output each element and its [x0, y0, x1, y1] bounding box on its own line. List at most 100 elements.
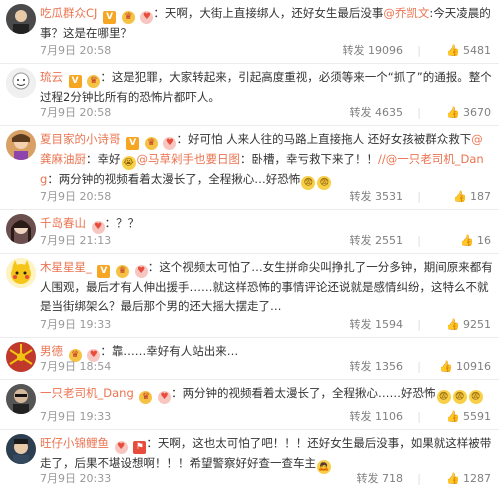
- repost-button[interactable]: 转发 3531: [350, 189, 404, 205]
- comment-feed: 吃瓜群众CJ V ♛ ♥ ：天啊，大街上直接绑人，还好女生最后没事@乔凯文:今天凌…: [0, 0, 499, 491]
- crown-badge-icon: ♛: [121, 11, 135, 24]
- comment-text: 两分钟的视频看着太漫长了，全程揪心……好恐怖: [182, 386, 436, 400]
- repost-button[interactable]: 转发 2551: [350, 233, 404, 249]
- repost-button[interactable]: 转发 1106: [350, 409, 404, 425]
- avatar[interactable]: [6, 258, 36, 288]
- avatar[interactable]: [6, 434, 36, 464]
- like-button[interactable]: 👍 3670: [446, 105, 491, 121]
- crown-badge-icon: ♛: [87, 75, 101, 88]
- like-count: 10916: [456, 360, 491, 373]
- comment-meta: 7月9日 18:54 转发 1356 | 👍 10916: [40, 359, 491, 375]
- scared-emoji-icon: 😨: [468, 390, 483, 404]
- like-button[interactable]: 👍 9251: [446, 317, 491, 333]
- crown-badge-icon: ♛: [116, 265, 130, 278]
- like-count: 3670: [463, 106, 491, 119]
- comment-meta: 7月9日 19:33 转发 1106 | 👍 5591: [40, 409, 491, 425]
- thumbs-up-icon: 👍: [446, 44, 460, 57]
- comment-body: 木星星星_ V ♛ ♥ ：这个视频太可怕了…女生拼命尖叫挣扎了一分多钟，期间原来都…: [40, 260, 493, 313]
- fan-badge-icon: ♥: [163, 137, 177, 150]
- verified-badge-icon: V: [126, 137, 140, 150]
- timestamp: 7月9日 20:58: [40, 106, 112, 119]
- username-link[interactable]: 夏目家的小诗哥: [40, 132, 121, 146]
- scared-emoji-icon: 😨: [301, 176, 316, 190]
- divider: |: [417, 472, 421, 485]
- comment-body: 旺仔小锦鲤鱼 ♥ ⚑ ：天啊，这也太可怕了吧！！！还好女生最后没事，如果就这样被带…: [40, 436, 492, 474]
- avatar[interactable]: [6, 214, 36, 244]
- crown-badge-icon: ♛: [144, 137, 158, 150]
- like-count: 16: [477, 234, 491, 247]
- comment-text: ？？: [116, 216, 140, 230]
- comment-body: 吃瓜群众CJ V ♛ ♥ ：天啊，大街上直接绑人，还好女生最后没事@乔凯文:今天凌…: [40, 6, 491, 40]
- like-button[interactable]: 👍 10916: [439, 359, 491, 375]
- repost-button[interactable]: 转发 1594: [350, 317, 404, 333]
- username-link[interactable]: 一只老司机_Dang: [40, 386, 134, 400]
- comment-meta: 7月9日 21:13 转发 2551 | 👍 16: [40, 233, 491, 249]
- avatar[interactable]: [6, 342, 36, 372]
- thumbs-up-icon: 👍: [453, 190, 467, 203]
- like-button[interactable]: 👍 5481: [446, 43, 491, 59]
- comment-body: 夏目家的小诗哥 V ♛ ♥ ：好可怕 人来人往的马路上直接拖人 还好女孩被群众救下…: [40, 132, 484, 190]
- like-count: 1287: [463, 472, 491, 485]
- comment-text-continued: ：幸好: [86, 152, 121, 166]
- timestamp: 7月9日 20:58: [40, 44, 112, 57]
- comment-item: 吃瓜群众CJ V ♛ ♥ ：天啊，大街上直接绑人，还好女生最后没事@乔凯文:今天凌…: [0, 0, 499, 64]
- comment-body: 千岛春山 ♥：？？: [40, 216, 140, 234]
- repost-button[interactable]: 转发 1356: [350, 359, 404, 375]
- mention-link[interactable]: @乔凯文: [383, 6, 429, 20]
- fan-badge-icon: ♥: [134, 265, 148, 278]
- comment-meta: 7月9日 20:58 转发 19096 | 👍 5481: [40, 43, 491, 59]
- comment-item: 木星星星_ V ♛ ♥ ：这个视频太可怕了…女生拼命尖叫挣扎了一分多钟，期间原来都…: [0, 254, 499, 338]
- like-button[interactable]: 👍 187: [453, 189, 491, 205]
- username-link[interactable]: 千岛春山: [40, 216, 86, 230]
- divider: |: [417, 190, 421, 203]
- verified-badge-icon: V: [97, 265, 111, 278]
- scared-emoji-icon: 😨: [317, 176, 332, 190]
- comment-item: 一只老司机_Dang ♛ ♥ ：两分钟的视频看着太漫长了，全程揪心……好恐怖 😨 😨 😨…: [0, 380, 499, 430]
- repost-button[interactable]: 转发 19096: [343, 43, 404, 59]
- avatar[interactable]: [6, 130, 36, 160]
- avatar[interactable]: [6, 68, 36, 98]
- comment-meta: 7月9日 19:33 转发 1594 | 👍 9251: [40, 317, 491, 333]
- verified-badge-icon: V: [68, 75, 82, 88]
- timestamp: 7月9日 21:13: [40, 234, 112, 247]
- crown-badge-icon: ♛: [139, 391, 153, 404]
- comment-meta: 7月9日 20:58 转发 3531 | 👍 187: [40, 189, 491, 205]
- comment-text: 好可怕 人来人往的马路上直接拖人 还好女孩被群众救下: [187, 132, 472, 146]
- comment-item: 夏目家的小诗哥 V ♛ ♥ ：好可怕 人来人往的马路上直接拖人 还好女孩被群众救下…: [0, 126, 499, 210]
- like-button[interactable]: 👍 16: [460, 233, 491, 249]
- comment-item: 琉云 V ♛ ：这是犯罪，大家转起来，引起高度重视，必须等来一个“抓了”的通报。整…: [0, 64, 499, 126]
- flag-badge-icon: ⚑: [133, 441, 147, 454]
- username-link[interactable]: 旺仔小锦鲤鱼: [40, 436, 109, 450]
- repost-button[interactable]: 转发 4635: [350, 105, 404, 121]
- timestamp: 7月9日 20:33: [40, 472, 112, 485]
- verified-badge-icon: V: [103, 11, 117, 24]
- thumbs-up-icon: 👍: [446, 472, 460, 485]
- thumbs-up-icon: 👍: [446, 106, 460, 119]
- fan-badge-icon: ♥: [114, 441, 128, 454]
- thumbs-up-icon: 👍: [439, 360, 453, 373]
- like-button[interactable]: 👍 1287: [446, 471, 491, 487]
- comment-text-continued: ：卧槽，幸亏救下来了！！: [240, 152, 378, 166]
- timestamp: 7月9日 20:58: [40, 190, 112, 203]
- repost-button[interactable]: 转发 718: [357, 471, 404, 487]
- fan-badge-icon: ♥: [158, 391, 172, 404]
- username-link[interactable]: 木星星星_: [40, 260, 92, 274]
- comment-text: 天啊，大街上直接绑人，还好女生最后没事: [164, 6, 384, 20]
- like-count: 5591: [463, 410, 491, 423]
- divider: |: [417, 106, 421, 119]
- comment-body: 一只老司机_Dang ♛ ♥ ：两分钟的视频看着太漫长了，全程揪心……好恐怖 😨 😨 😨: [40, 384, 493, 404]
- username-link[interactable]: 男德: [40, 344, 63, 358]
- avatar[interactable]: [6, 4, 36, 34]
- comment-item: 男德 ♛ ♥ ：靠……幸好有人站出来… 7月9日 18:54 转发 1356 | …: [0, 338, 499, 380]
- mention-link[interactable]: @马草剁手也要日图: [137, 152, 241, 166]
- divider: |: [417, 234, 421, 247]
- thumbs-up-icon: 👍: [446, 410, 460, 423]
- comment-item: 旺仔小锦鲤鱼 ♥ ⚑ ：天啊，这也太可怕了吧！！！还好女生最后没事，如果就这样被带…: [0, 430, 499, 491]
- avatar[interactable]: [6, 384, 36, 414]
- like-button[interactable]: 👍 5591: [446, 409, 491, 425]
- comment-meta: 7月9日 20:58 转发 4635 | 👍 3670: [40, 105, 491, 121]
- fan-badge-icon: ♥: [140, 11, 154, 24]
- thumbs-up-icon: 👍: [446, 318, 460, 331]
- username-link[interactable]: 琉云: [40, 70, 63, 84]
- username-link[interactable]: 吃瓜群众CJ: [40, 6, 97, 20]
